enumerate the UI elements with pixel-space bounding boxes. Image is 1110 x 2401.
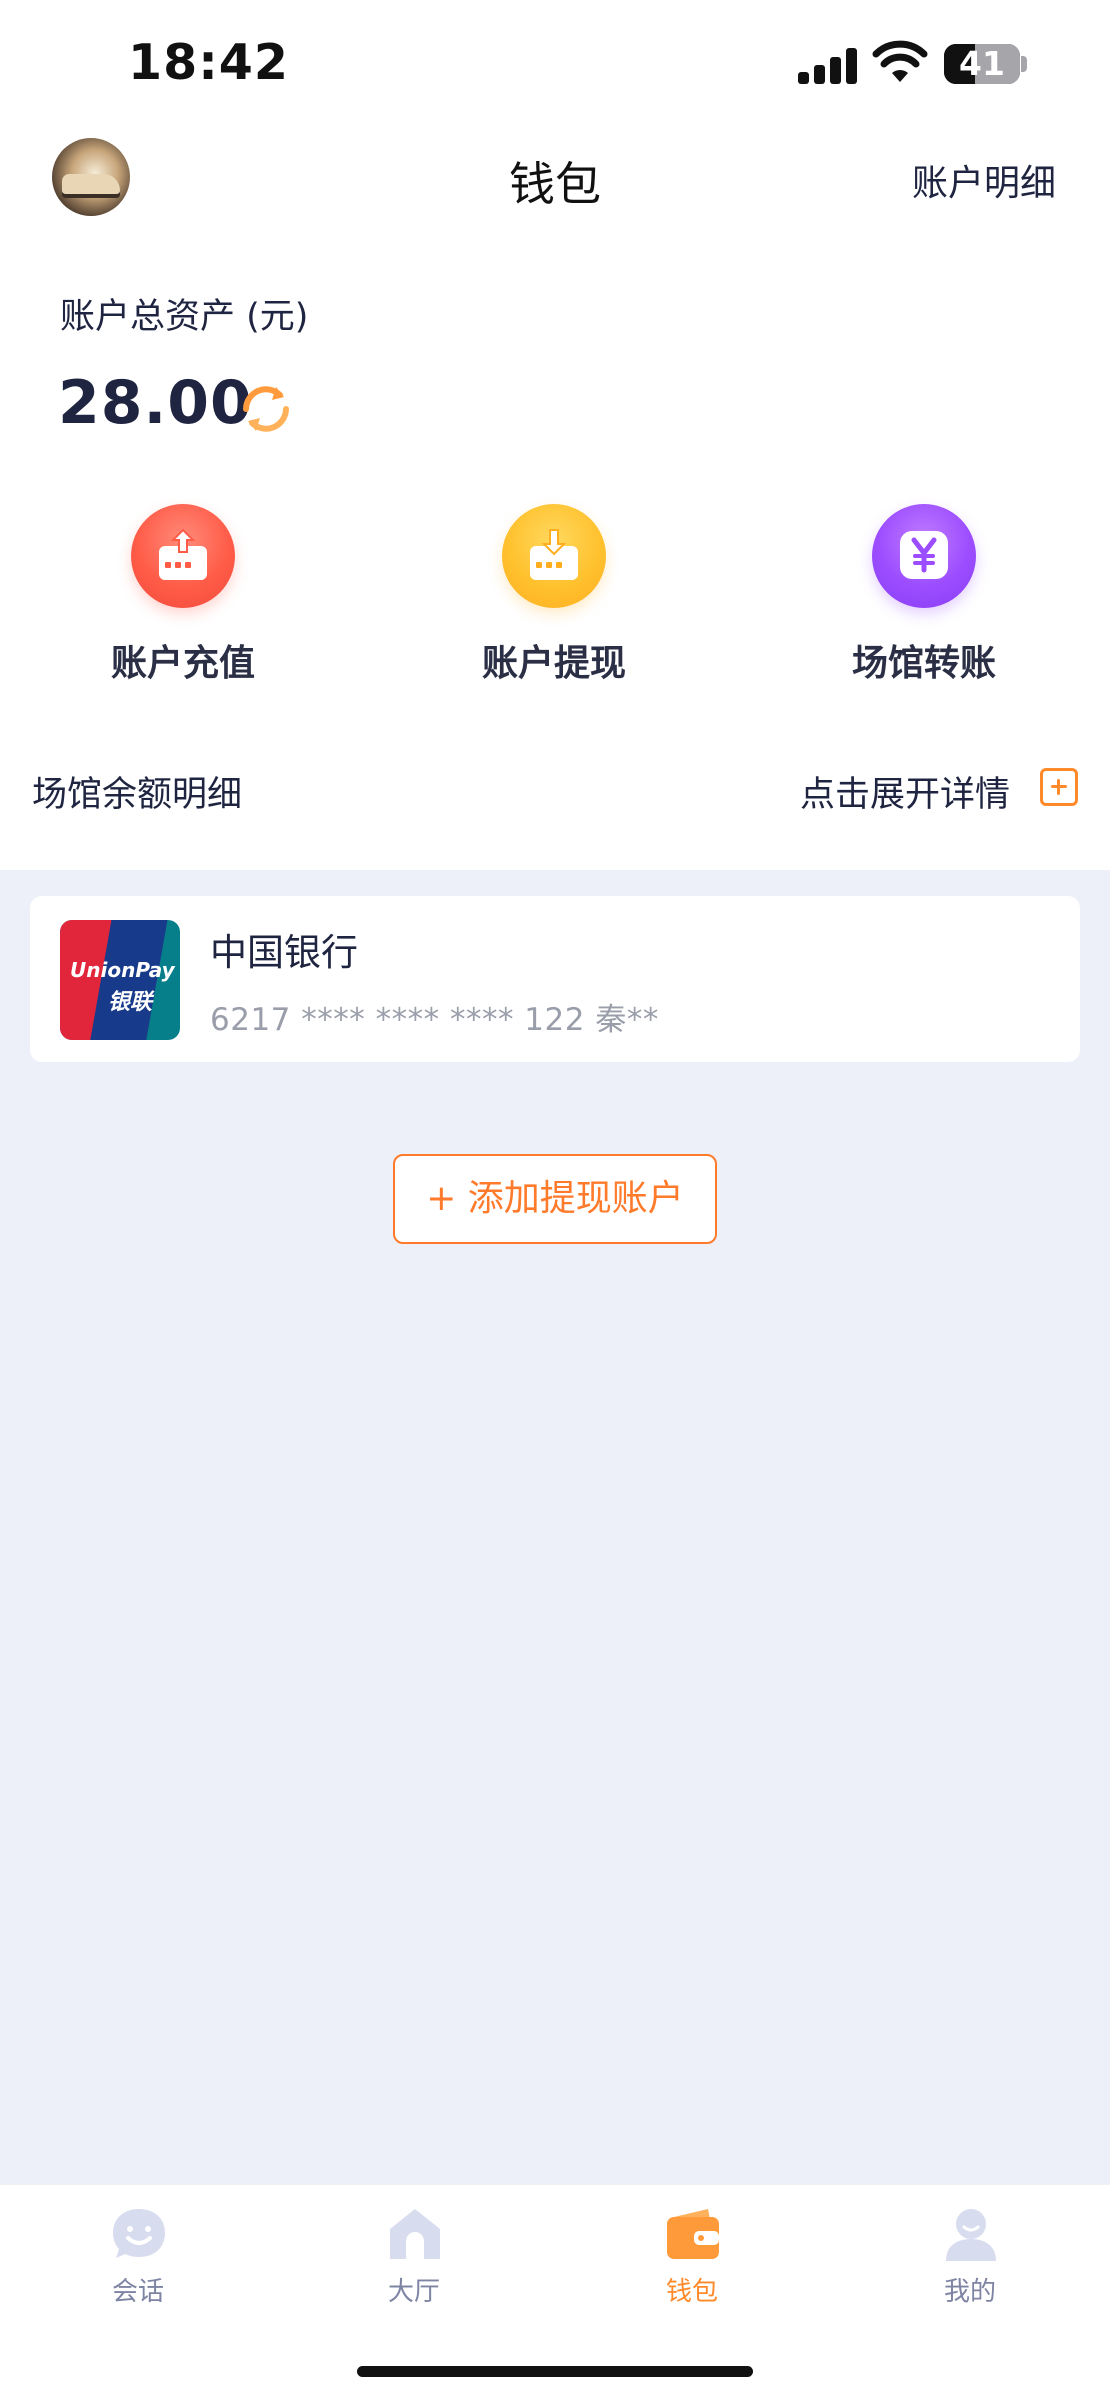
withdraw-button[interactable]: 账户提现 <box>434 504 674 684</box>
tab-mine-label: 我的 <box>943 2277 996 2307</box>
bank-name: 中国银行 <box>210 931 358 974</box>
unionpay-logo-cn: 银联 <box>108 990 153 1015</box>
profile-icon <box>946 2209 996 2261</box>
wallet-icon <box>667 2209 719 2259</box>
total-assets-label: 账户总资产 (元) <box>60 297 309 337</box>
signal-icon <box>798 46 858 84</box>
expand-details-link[interactable]: 点击展开详情 <box>800 766 1010 817</box>
add-withdraw-account-button[interactable]: + 添加提现账户 <box>393 1154 717 1244</box>
home-indicator <box>357 2366 753 2377</box>
tab-chat-label: 会话 <box>111 2277 164 2307</box>
tab-hall-label: 大厅 <box>387 2277 440 2307</box>
home-icon <box>390 2209 440 2259</box>
withdraw-label: 账户提现 <box>481 643 626 684</box>
tab-chat[interactable]: 会话 <box>58 2205 218 2315</box>
battery-level: 41 <box>959 44 1005 83</box>
refresh-icon[interactable] <box>236 379 296 439</box>
tab-wallet-label: 钱包 <box>665 2277 718 2307</box>
battery-icon: 41 <box>944 44 1020 84</box>
yuan-transfer-icon <box>872 504 976 608</box>
unionpay-logo-text: UnionPay <box>70 958 175 982</box>
total-assets-value: 28.00 <box>58 368 253 438</box>
unionpay-logo: UnionPay 银联 <box>60 920 180 1040</box>
venue-balance-label: 场馆余额明细 <box>32 775 243 815</box>
chat-icon <box>113 2209 165 2258</box>
deposit-button[interactable]: 账户充值 <box>63 504 303 684</box>
status-time: 18:42 <box>128 34 289 91</box>
plus-square-icon[interactable] <box>1040 768 1078 806</box>
venue-transfer-label: 场馆转账 <box>851 643 996 684</box>
tab-hall[interactable]: 大厅 <box>334 2205 494 2315</box>
deposit-icon <box>131 504 235 608</box>
venue-transfer-button[interactable]: 场馆转账 <box>804 504 1044 684</box>
account-details-link[interactable]: 账户明细 <box>912 154 1056 206</box>
bank-card-number: 6217 **** **** **** 122 秦** <box>210 1002 659 1038</box>
battery-tip <box>1021 56 1027 72</box>
wifi-icon <box>872 40 928 82</box>
tab-wallet[interactable]: 钱包 <box>612 2205 772 2315</box>
withdraw-icon <box>502 504 606 608</box>
deposit-label: 账户充值 <box>110 643 255 684</box>
bank-card-item[interactable]: UnionPay 银联 中国银行 6217 **** **** **** 122… <box>30 896 1080 1062</box>
tab-mine[interactable]: 我的 <box>890 2205 1050 2315</box>
